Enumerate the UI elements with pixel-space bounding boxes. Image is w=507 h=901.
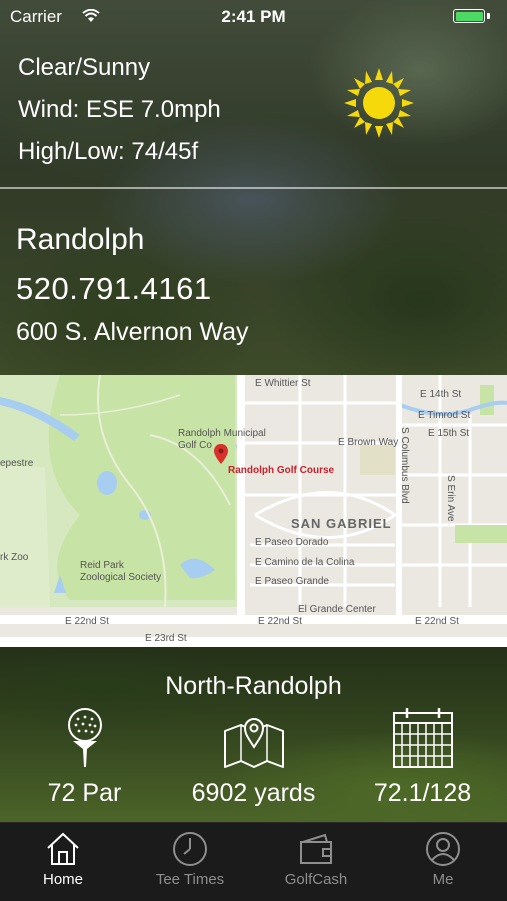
- map-label-san-gabriel: SAN GABRIEL: [291, 516, 392, 531]
- tab-me[interactable]: Me: [380, 823, 506, 901]
- map-label-el-grande: El Grande Center: [298, 604, 376, 615]
- map-label-e-22nd-right: E 22nd St: [415, 616, 459, 627]
- map-label-e-14th: E 14th St: [420, 389, 462, 400]
- status-bar: Carrier 2:41 PM: [0, 0, 507, 34]
- map-icon: [223, 718, 284, 768]
- tab-tee-times-label: Tee Times: [155, 871, 225, 888]
- map-label-e-camino: E Camino de la Colina: [255, 557, 355, 568]
- tab-golfcash-label: GolfCash: [284, 871, 348, 888]
- course-map[interactable]: Randolph Municipal Golf Co Randolph Golf…: [0, 375, 507, 647]
- tab-home-label: Home: [42, 871, 83, 888]
- rating-stat: 72.1/128: [338, 707, 507, 808]
- layout-name: North-Randolph: [165, 672, 342, 700]
- weather-panel: Clear/Sunny Wind: ESE 7.0mph High/Low: 7…: [0, 34, 507, 188]
- course-details: North-Randolph 72 Par 6902 yards 72.1/12…: [0, 647, 507, 822]
- home-icon: [47, 832, 79, 865]
- clock-icon: [173, 832, 207, 866]
- sun-icon: [344, 68, 414, 138]
- map-label-golf-course: Golf Co: [178, 440, 212, 451]
- map-label-e-22nd-left: E 22nd St: [65, 616, 109, 627]
- map-label-zoological-society: Zoological Society: [80, 572, 162, 583]
- yards-stat: 6902 yards: [169, 707, 338, 808]
- course-info: Randolph 520.791.4161 600 S. Alvernon Wa…: [0, 190, 507, 375]
- map-label-e-paseo-dorado: E Paseo Dorado: [255, 537, 329, 548]
- map-label-e-23rd: E 23rd St: [145, 633, 187, 644]
- tab-home[interactable]: Home: [0, 823, 126, 901]
- map-label-e-22nd-mid: E 22nd St: [258, 616, 302, 627]
- map-label-reid-park: Reid Park: [80, 560, 124, 571]
- calendar-icon: [392, 708, 453, 768]
- map-label-e-brown: E Brown Way: [338, 437, 399, 448]
- weather-high-low: High/Low: 74/45f: [18, 138, 199, 165]
- map-label-e-15th: E 15th St: [428, 428, 470, 439]
- tab-golfcash[interactable]: GolfCash: [253, 823, 379, 901]
- weather-divider: [0, 187, 507, 189]
- course-phone[interactable]: 520.791.4161: [16, 271, 212, 307]
- golf-ball-tee-icon: [67, 708, 102, 767]
- tab-me-label: Me: [432, 871, 454, 888]
- tab-tee-times[interactable]: Tee Times: [127, 823, 253, 901]
- map-label-rk-zoo: rk Zoo: [0, 552, 29, 563]
- rating-value: 72.1/128: [373, 779, 472, 807]
- map-label-e-paseo-grande: E Paseo Grande: [255, 576, 329, 587]
- map-label-e-whittier: E Whittier St: [255, 378, 311, 389]
- map-marker-label: Randolph Golf Course: [228, 465, 335, 476]
- yards-value: 6902 yards: [191, 779, 316, 807]
- map-label-s-erin: S Erin Ave: [445, 475, 456, 522]
- battery-icon: [453, 9, 485, 23]
- map-label-epestre: epestre: [0, 458, 34, 469]
- user-icon: [426, 832, 460, 866]
- map-label-randolph-municipal: Randolph Municipal: [178, 428, 266, 439]
- course-address[interactable]: 600 S. Alvernon Way: [16, 318, 249, 347]
- weather-wind: Wind: ESE 7.0mph: [18, 96, 221, 123]
- map-label-s-columbus: S Columbus Blvd: [399, 427, 410, 504]
- map-marker-icon[interactable]: [214, 444, 228, 464]
- wallet-icon: [300, 833, 332, 864]
- course-name: Randolph: [16, 223, 145, 256]
- weather-condition: Clear/Sunny: [18, 54, 151, 81]
- par-stat: 72 Par: [0, 707, 169, 808]
- par-value: 72 Par: [47, 779, 122, 807]
- tab-bar: Home Tee Times GolfCash Me: [0, 822, 507, 901]
- map-label-e-timrod: E Timrod St: [418, 410, 471, 421]
- status-time: 2:41 PM: [221, 7, 286, 26]
